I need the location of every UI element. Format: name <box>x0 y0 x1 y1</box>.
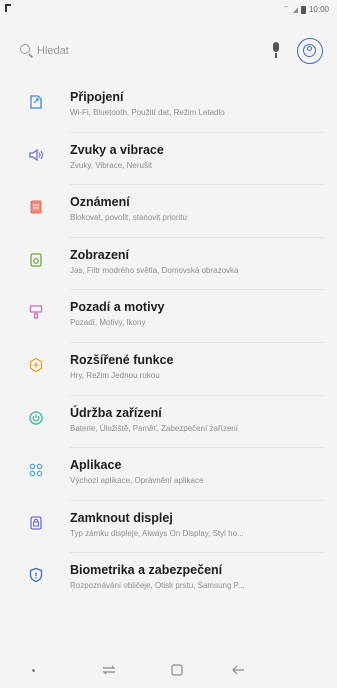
settings-item-title: Zamknout displej <box>70 510 173 525</box>
recent-apps-icon <box>102 665 116 675</box>
settings-list: Připojení Wi-Fi, Bluetooth, Použití dat,… <box>0 80 337 606</box>
settings-item-subtitle: Wi-Fi, Bluetooth, Použití dat, Režim Let… <box>70 108 225 117</box>
settings-item-connections[interactable]: Připojení Wi-Fi, Bluetooth, Použití dat,… <box>0 80 337 133</box>
apps-icon <box>27 461 45 479</box>
home-icon <box>171 664 183 676</box>
settings-item-title: Aplikace <box>70 458 122 473</box>
settings-item-title: Rozšířené funkce <box>70 352 174 367</box>
settings-item-subtitle: Hry, Režim Jednou rukou <box>70 370 160 380</box>
settings-item-subtitle: Pozadí, Motivy, Ikony <box>70 318 146 328</box>
gear-plus-icon <box>27 356 45 374</box>
navigation-bar <box>0 652 337 688</box>
settings-item-title: Zobrazení <box>70 247 130 262</box>
battery-icon <box>300 5 306 14</box>
settings-item-subtitle: Jas, Filtr modrého světla, Domovská obra… <box>70 265 239 275</box>
back-icon <box>232 665 244 675</box>
account-button[interactable] <box>297 38 323 64</box>
brush-icon <box>27 303 45 321</box>
settings-item-display[interactable]: Zobrazení Jas, Filtr modrého světla, Dom… <box>0 238 337 291</box>
status-icons: ⌔ ◢ 10:00 <box>283 5 329 14</box>
settings-item-advanced-features[interactable]: Rozšířené funkce Hry, Režim Jednou rukou <box>0 343 337 396</box>
settings-item-lock-screen[interactable]: Zamknout displej Typ zámku displeje, Alw… <box>0 501 337 554</box>
settings-item-subtitle: Baterie, Úložiště, Paměť, Zabezpečení za… <box>70 423 238 433</box>
link-icon <box>27 93 45 111</box>
wifi-icon: ⌔ <box>282 6 290 13</box>
settings-item-subtitle: Typ zámku displeje, Always On Display, S… <box>70 528 244 538</box>
notification-icon <box>27 198 45 216</box>
notification-indicator-icon <box>5 4 11 12</box>
settings-item-title: Připojení <box>70 90 124 104</box>
microphone-icon[interactable] <box>269 42 283 60</box>
signal-icon: ◢ <box>292 6 298 14</box>
settings-item-wallpapers[interactable]: Pozadí a motivy Pozadí, Motivy, Ikony <box>0 290 337 343</box>
settings-item-title: Pozadí a motivy <box>70 300 165 315</box>
nav-hide-button[interactable] <box>26 652 40 688</box>
lock-screen-icon <box>27 514 45 532</box>
settings-item-device-maintenance[interactable]: Údržba zařízení Baterie, Úložiště, Paměť… <box>0 396 337 449</box>
display-icon <box>27 251 45 269</box>
back-button[interactable] <box>226 652 250 688</box>
search-bar[interactable] <box>18 34 323 68</box>
settings-item-subtitle: Výchozí aplikace, Oprávnění aplikace <box>70 476 204 486</box>
settings-item-notifications[interactable]: Oznámení Blokovat, povolit, stanovit pri… <box>0 185 337 238</box>
speaker-icon <box>27 146 45 164</box>
home-button[interactable] <box>166 652 188 688</box>
search-icon <box>20 44 34 58</box>
shield-icon <box>27 566 45 584</box>
dot-icon <box>31 668 35 672</box>
settings-item-biometrics-security[interactable]: Biometrika a zabezpečení Rozpoznávání ob… <box>0 553 337 606</box>
settings-item-title: Údržba zařízení <box>70 405 162 420</box>
settings-item-title: Zvuky a vibrace <box>70 142 164 157</box>
settings-item-subtitle: Zvuky, Vibrace, Nerušit <box>70 160 152 170</box>
status-time: 10:00 <box>308 5 329 14</box>
settings-item-title: Oznámení <box>70 195 130 210</box>
status-bar: ⌔ ◢ 10:00 <box>0 0 337 22</box>
settings-item-apps[interactable]: Aplikace Výchozí aplikace, Oprávnění apl… <box>0 448 337 501</box>
recent-apps-button[interactable] <box>98 652 120 688</box>
search-input[interactable] <box>34 45 269 57</box>
settings-item-title: Biometrika a zabezpečení <box>70 563 223 578</box>
settings-item-sounds[interactable]: Zvuky a vibrace Zvuky, Vibrace, Nerušit <box>0 133 337 186</box>
settings-item-subtitle: Blokovat, povolit, stanovit prioritu <box>70 213 187 223</box>
maintenance-icon <box>27 409 45 427</box>
settings-item-subtitle: Rozpoznávání obličeje, Otisk prstu, Sams… <box>70 581 245 591</box>
